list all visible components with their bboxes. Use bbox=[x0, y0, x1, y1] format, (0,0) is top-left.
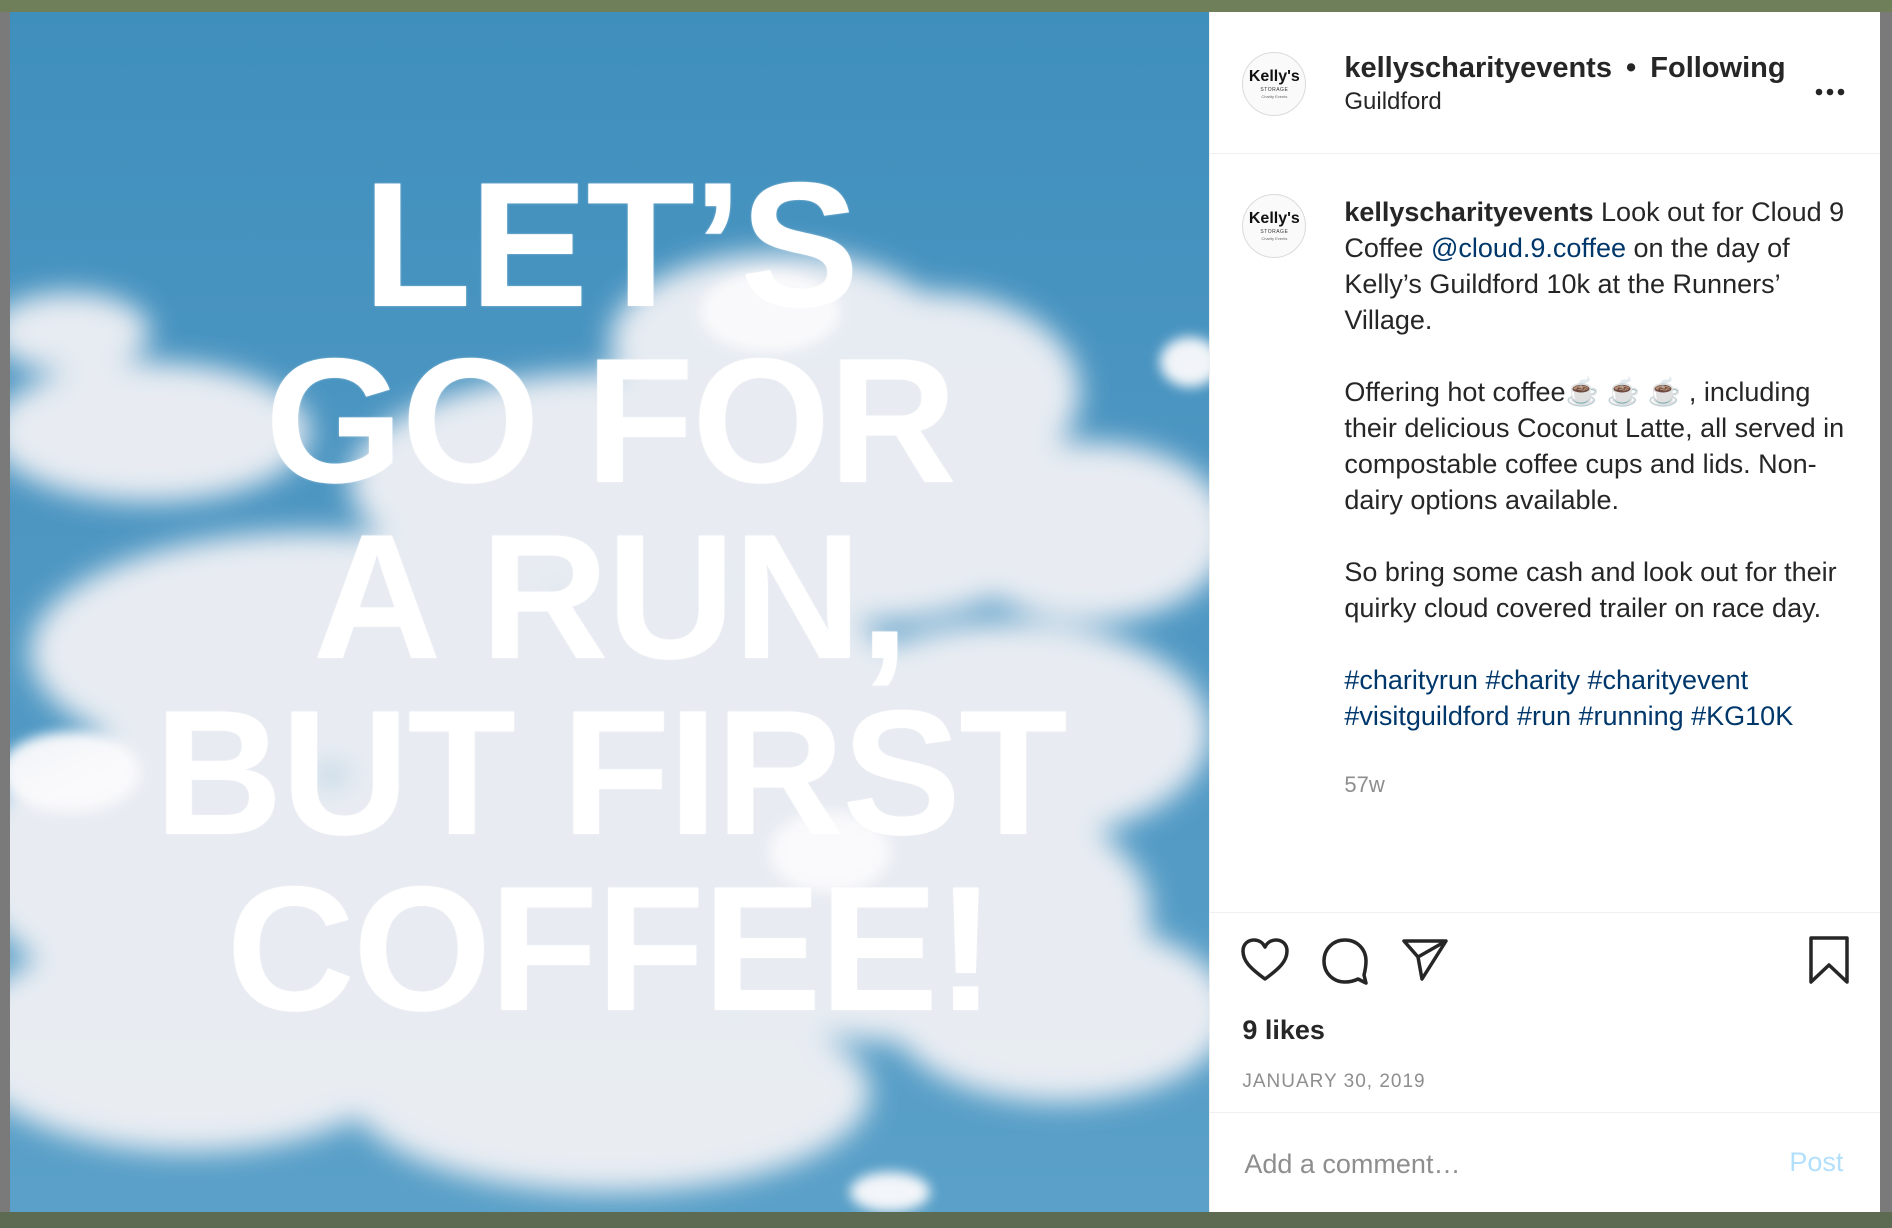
hashtag-link[interactable]: #running bbox=[1579, 701, 1684, 731]
post-image-headline: LET’S GO FOR A RUN, BUT FIRST COFFEE! bbox=[10, 145, 1209, 1048]
bookmark-icon bbox=[1809, 936, 1850, 984]
headline-line: LET’S bbox=[362, 145, 859, 344]
hashtag-link[interactable]: #visitguildford bbox=[1344, 701, 1509, 731]
background-page-top bbox=[0, 0, 1892, 12]
caption-timestamp[interactable]: 57w bbox=[1344, 772, 1384, 798]
following-button[interactable]: Following bbox=[1650, 52, 1785, 84]
headline-line: BUT FIRST bbox=[154, 673, 1067, 872]
header-title-line: kellyscharityevents • Following bbox=[1344, 52, 1785, 85]
avatar-logo-text: Kelly's bbox=[1248, 210, 1300, 227]
headline-line: A RUN, bbox=[312, 497, 910, 696]
post-actions: 9 likes JANUARY 30, 2019 bbox=[1210, 912, 1881, 1113]
more-options-button[interactable] bbox=[1815, 70, 1845, 104]
caption-paragraph: So bring some cash and look out for thei… bbox=[1344, 557, 1837, 623]
post-date: JANUARY 30, 2019 bbox=[1242, 1071, 1426, 1092]
avatar-logo-text: Kelly's bbox=[1248, 68, 1300, 85]
comment-button[interactable] bbox=[1320, 937, 1370, 990]
comment-input[interactable] bbox=[1242, 1143, 1767, 1185]
caption-area: Kelly's STORAGE Charity Events kellyscha… bbox=[1210, 154, 1880, 914]
post-comment-button[interactable]: Post bbox=[1789, 1147, 1843, 1178]
share-button[interactable] bbox=[1400, 937, 1450, 988]
heart-icon bbox=[1241, 938, 1290, 981]
header-username-link[interactable]: kellyscharityevents bbox=[1344, 52, 1612, 84]
avatar-logo-subtext: Charity Events bbox=[1261, 236, 1288, 241]
post-modal: LET’S GO FOR A RUN, BUT FIRST COFFEE! Ke… bbox=[10, 12, 1881, 1213]
hashtag-link[interactable]: #charityrun bbox=[1344, 665, 1478, 695]
hashtags: #charityrun #charity #charityevent #visi… bbox=[1344, 662, 1854, 734]
like-button[interactable] bbox=[1240, 937, 1290, 988]
likes-count[interactable]: 9 likes bbox=[1242, 1015, 1325, 1046]
post-image[interactable]: LET’S GO FOR A RUN, BUT FIRST COFFEE! bbox=[10, 12, 1210, 1212]
post-header: Kelly's STORAGE Charity Events kellyscha… bbox=[1210, 12, 1880, 154]
avatar-logo-subtext: Charity Events bbox=[1261, 94, 1288, 99]
share-icon bbox=[1402, 939, 1449, 981]
comment-icon bbox=[1322, 938, 1369, 985]
post-caption: kellyscharityevents Look out for Cloud 9… bbox=[1344, 194, 1854, 770]
mention-link[interactable]: @cloud.9.coffee bbox=[1431, 233, 1626, 263]
hashtag-link[interactable]: #charityevent bbox=[1588, 665, 1749, 695]
save-button[interactable] bbox=[1808, 935, 1850, 990]
caption-paragraph: Offering hot coffee☕ ☕ ☕ , including the… bbox=[1344, 377, 1845, 515]
hashtag-link[interactable]: #KG10K bbox=[1691, 701, 1793, 731]
location-link[interactable]: Guildford bbox=[1344, 88, 1441, 116]
avatar[interactable]: Kelly's STORAGE Charity Events bbox=[1242, 194, 1307, 258]
comment-bar: Post bbox=[1210, 1112, 1881, 1213]
hashtag-link[interactable]: #run bbox=[1517, 701, 1571, 731]
caption-paragraph: kellyscharityevents Look out for Cloud 9… bbox=[1344, 194, 1854, 338]
avatar-logo-subtext: STORAGE bbox=[1260, 87, 1289, 93]
avatar[interactable]: Kelly's STORAGE Charity Events bbox=[1242, 52, 1307, 116]
headline-line: COFFEE! bbox=[226, 849, 995, 1048]
more-horizontal-icon bbox=[1816, 88, 1845, 96]
post-sidebar: Kelly's STORAGE Charity Events kellyscha… bbox=[1209, 12, 1881, 1213]
avatar-logo-subtext: STORAGE bbox=[1260, 229, 1289, 235]
headline-line: GO FOR bbox=[264, 321, 957, 520]
header-separator: • bbox=[1626, 52, 1637, 84]
background-page-bottom bbox=[0, 1212, 1892, 1228]
caption-username-link[interactable]: kellyscharityevents bbox=[1344, 197, 1593, 227]
hashtag-link[interactable]: #charity bbox=[1485, 665, 1580, 695]
